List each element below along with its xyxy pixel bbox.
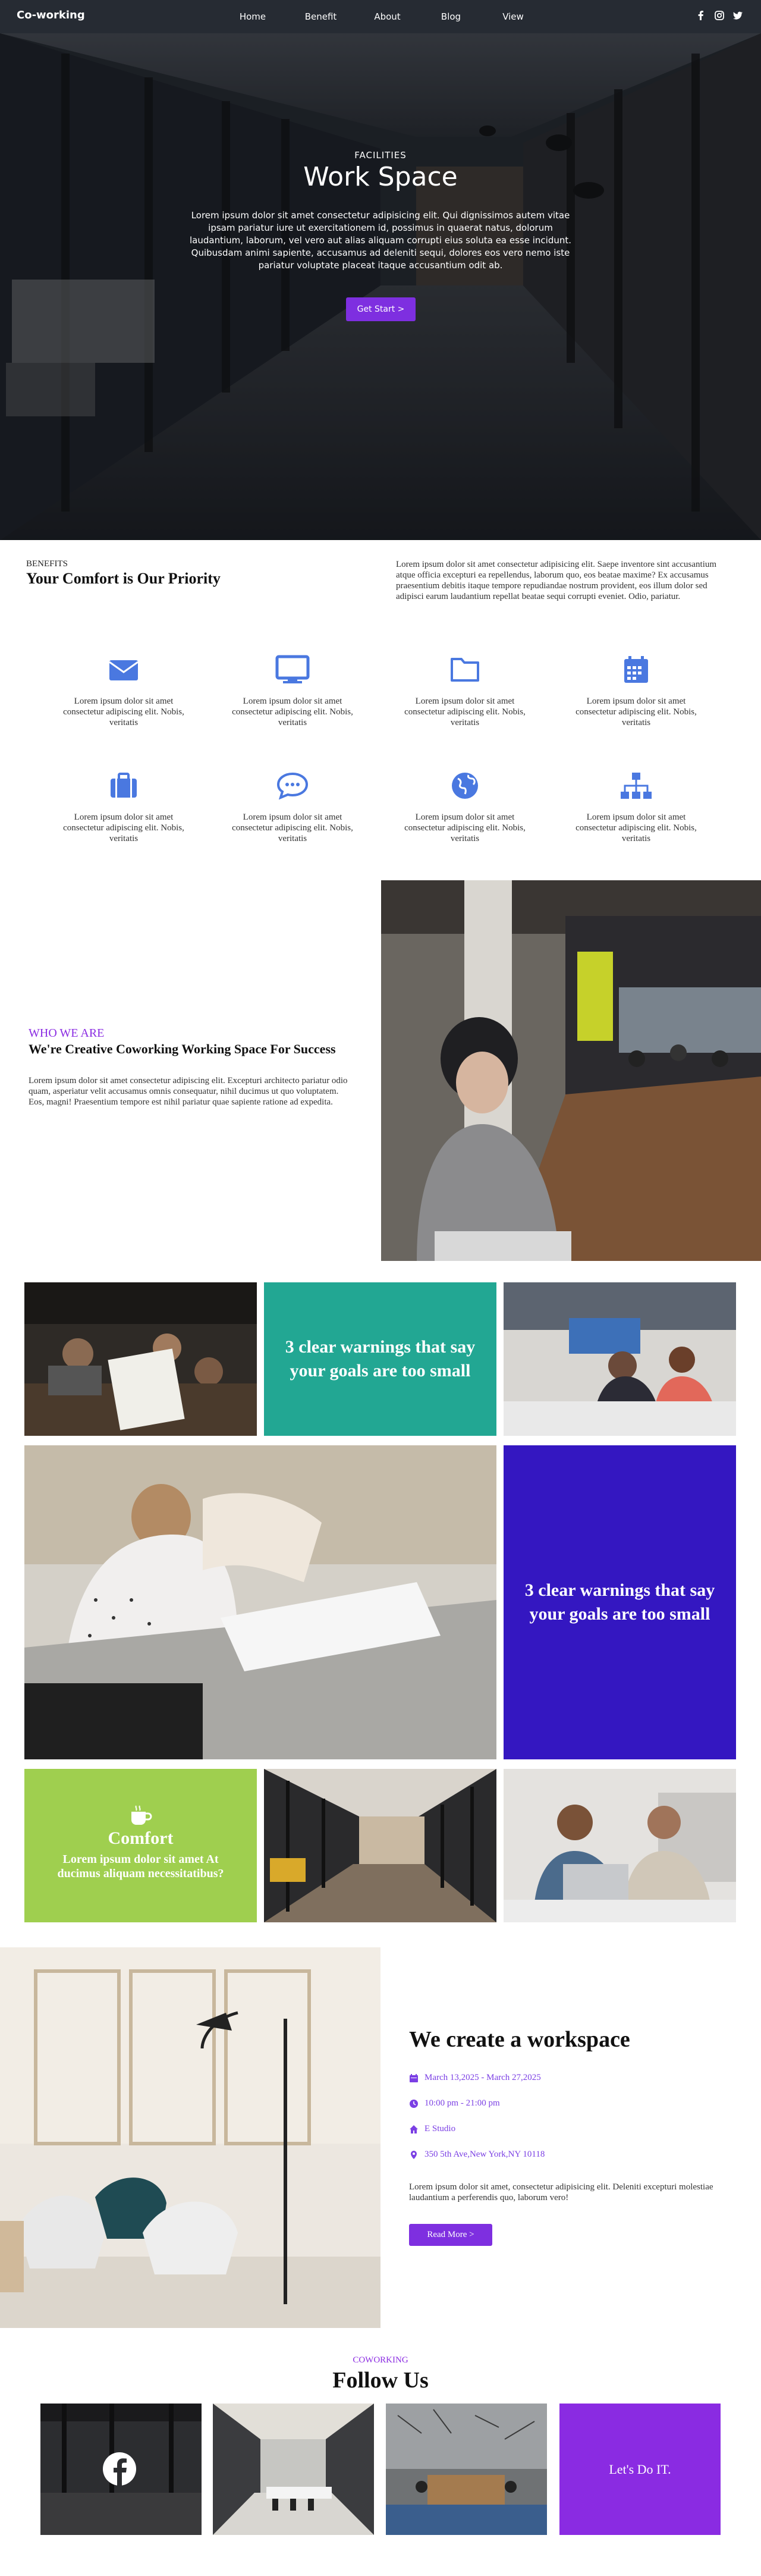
benefits-kicker: BENEFITS bbox=[26, 559, 68, 569]
sitemap-icon bbox=[618, 770, 654, 801]
who-title: We're Creative Coworking Working Space F… bbox=[29, 1041, 336, 1056]
hero-description: Lorem ipsum dolor sit amet consectetur a… bbox=[189, 210, 572, 271]
lets-do-it-tile[interactable]: Let's Do IT. bbox=[559, 2404, 721, 2535]
nav-item-benefit[interactable]: Benefit bbox=[293, 11, 349, 22]
event-place: E Studio bbox=[424, 2124, 456, 2133]
globe-icon bbox=[447, 770, 483, 801]
meeting-room-photo[interactable] bbox=[213, 2404, 374, 2535]
feature-text: Lorem ipsum dolor sit amet consectetur a… bbox=[63, 696, 184, 727]
social-links bbox=[696, 10, 743, 21]
comfort-title: Comfort bbox=[108, 1828, 174, 1848]
envelope-icon bbox=[106, 654, 141, 685]
feature-item: Lorem ipsum dolor sit amet consectetur a… bbox=[46, 770, 201, 844]
feature-item: Lorem ipsum dolor sit amet consectetur a… bbox=[46, 654, 201, 728]
home-icon bbox=[409, 2125, 419, 2134]
calendar-icon bbox=[409, 2073, 419, 2083]
benefits-description: Lorem ipsum dolor sit amet consectetur a… bbox=[396, 560, 717, 601]
feature-item: Lorem ipsum dolor sit amet consectetur a… bbox=[388, 654, 542, 728]
hero-kicker: FACILITIES bbox=[354, 150, 407, 161]
follow-facebook-tile[interactable] bbox=[40, 2404, 202, 2535]
hero-section: FACILITIES Work Space Lorem ipsum dolor … bbox=[0, 0, 761, 540]
follow-kicker: COWORKING bbox=[353, 2355, 408, 2365]
folder-icon bbox=[447, 654, 483, 685]
map-pin-icon bbox=[409, 2150, 419, 2160]
facebook-icon[interactable] bbox=[696, 10, 706, 21]
feature-item: Lorem ipsum dolor sit amet consectetur a… bbox=[215, 654, 370, 728]
event-date: March 13,2025 - March 27,2025 bbox=[424, 2073, 541, 2082]
read-more-button[interactable]: Read More > bbox=[409, 2224, 492, 2246]
benefits-title: Your Comfort is Our Priority bbox=[26, 570, 221, 587]
event-address: 350 5th Ave,New York,NY 10118 bbox=[424, 2150, 545, 2159]
nav-item-blog[interactable]: Blog bbox=[426, 11, 476, 22]
event-time: 10:00 pm - 21:00 pm bbox=[424, 2098, 500, 2108]
follow-title: Follow Us bbox=[332, 2368, 429, 2393]
creative-office-photo[interactable] bbox=[386, 2404, 547, 2535]
main-menu: Home Benefit About Blog View bbox=[226, 0, 537, 33]
brand-logo[interactable]: Co-working bbox=[17, 9, 85, 21]
feature-text: Lorem ipsum dolor sit amet consectetur a… bbox=[576, 812, 697, 843]
feature-text: Lorem ipsum dolor sit amet consectetur a… bbox=[404, 812, 526, 843]
instagram-icon[interactable] bbox=[714, 10, 725, 21]
feature-text: Lorem ipsum dolor sit amet consectetur a… bbox=[232, 696, 353, 727]
nav-item-home[interactable]: Home bbox=[226, 11, 279, 22]
feature-text: Lorem ipsum dolor sit amet consectetur a… bbox=[232, 812, 353, 843]
feature-item: Lorem ipsum dolor sit amet consectetur a… bbox=[559, 770, 713, 844]
office-team-photo bbox=[24, 1282, 257, 1436]
chat-bubble-icon bbox=[275, 770, 310, 801]
who-description: Lorem ipsum dolor sit amet consectetur a… bbox=[29, 1076, 348, 1107]
feature-item: Lorem ipsum dolor sit amet consectetur a… bbox=[215, 770, 370, 844]
feature-item: Lorem ipsum dolor sit amet consectetur a… bbox=[388, 770, 542, 844]
lounge-chairs-photo bbox=[0, 1947, 380, 2328]
feature-item: Lorem ipsum dolor sit amet consectetur a… bbox=[559, 654, 713, 728]
monitor-icon bbox=[275, 654, 310, 685]
indigo-tile: 3 clear warnings that say your goals are… bbox=[504, 1445, 736, 1759]
who-kicker: WHO WE ARE bbox=[29, 1027, 105, 1040]
suitcase-icon bbox=[106, 770, 141, 801]
top-navigation: Co-working Home Benefit About Blog View bbox=[0, 0, 761, 33]
twitter-icon[interactable] bbox=[732, 10, 743, 21]
feature-text: Lorem ipsum dolor sit amet consectetur a… bbox=[576, 696, 697, 727]
event-description: Lorem ipsum dolor sit amet, consectetur … bbox=[409, 2182, 713, 2202]
calendar-icon bbox=[618, 654, 654, 685]
signing-documents-photo bbox=[24, 1445, 496, 1759]
get-start-button[interactable]: Get Start > bbox=[346, 297, 416, 321]
comfort-text: Lorem ipsum dolor sit amet At ducimus al… bbox=[57, 1853, 224, 1880]
event-time-row: 10:00 pm - 21:00 pm bbox=[409, 2098, 500, 2109]
nav-item-view[interactable]: View bbox=[489, 11, 537, 22]
clock-icon bbox=[409, 2099, 419, 2109]
glass-office-photo bbox=[264, 1769, 496, 1922]
feature-text: Lorem ipsum dolor sit amet consectetur a… bbox=[63, 812, 184, 843]
colleagues-laptop-photo bbox=[504, 1769, 736, 1922]
hero-title: Work Space bbox=[303, 162, 458, 192]
coffee-cup-icon bbox=[128, 1805, 154, 1827]
woman-laptop-photo bbox=[381, 880, 761, 1261]
nav-item-about[interactable]: About bbox=[362, 11, 413, 22]
comfort-tile: Comfort Lorem ipsum dolor sit amet At du… bbox=[24, 1769, 257, 1922]
feature-text: Lorem ipsum dolor sit amet consectetur a… bbox=[404, 696, 526, 727]
event-title: We create a workspace bbox=[409, 2027, 630, 2052]
event-date-row: March 13,2025 - March 27,2025 bbox=[409, 2073, 541, 2083]
event-place-row: E Studio bbox=[409, 2124, 455, 2134]
event-address-row: 350 5th Ave,New York,NY 10118 bbox=[409, 2150, 545, 2160]
facebook-icon[interactable] bbox=[103, 2452, 136, 2486]
women-desk-photo bbox=[504, 1282, 736, 1436]
teal-tile: 3 clear warnings that say your goals are… bbox=[264, 1282, 496, 1436]
